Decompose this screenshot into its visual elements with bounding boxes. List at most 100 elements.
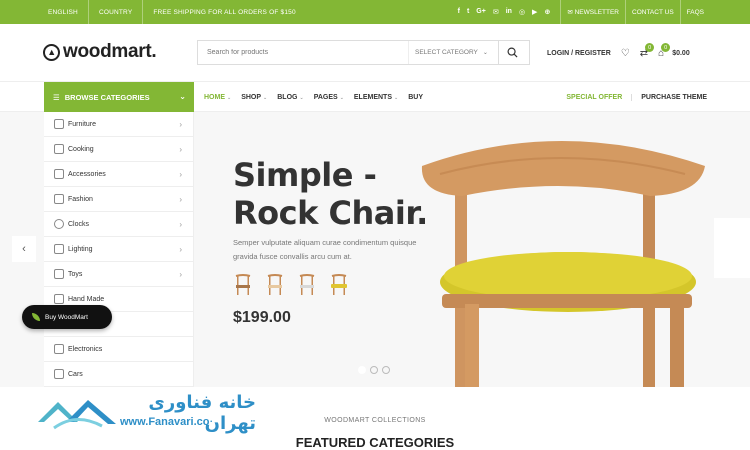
email-icon[interactable]: ✉ — [493, 8, 499, 16]
chevron-right-icon: › — [179, 270, 182, 279]
compare-button[interactable]: ⇄ 0 — [640, 43, 655, 59]
category-item-accessories[interactable]: Accessories › — [44, 162, 193, 187]
shirt-icon — [54, 194, 64, 204]
category-item-cars[interactable]: Cars — [44, 362, 193, 387]
nav-item-label: ELEMENTS — [353, 93, 393, 101]
chair-icon — [331, 274, 347, 295]
category-item-fashion[interactable]: Fashion › — [44, 187, 193, 212]
country-selector[interactable]: COUNTRY — [99, 9, 142, 16]
youtube-icon[interactable]: ▶ — [532, 8, 537, 16]
hero-title-line-2: Rock Chair. — [233, 194, 428, 232]
clock-icon — [54, 219, 64, 229]
slider-prev-button[interactable]: ‹ — [12, 236, 36, 262]
chair-icon — [54, 119, 64, 129]
browse-categories-button[interactable]: ☰ BROWSE CATEGORIES ⌄ — [44, 82, 194, 112]
nav-item-home[interactable]: HOME ⌄ — [204, 94, 231, 101]
chevron-right-icon: › — [179, 195, 182, 204]
language-selector[interactable]: ENGLISH — [48, 9, 88, 16]
nav-item-blog[interactable]: BLOG ⌄ — [277, 94, 303, 101]
variant-thumb[interactable] — [329, 274, 349, 296]
slider-dot[interactable] — [382, 366, 390, 374]
car-icon — [54, 369, 64, 379]
category-select[interactable]: SELECT CATEGORY ⌄ — [408, 41, 498, 64]
chevron-right-icon: › — [179, 145, 182, 154]
slider-pagination — [358, 366, 390, 374]
logo-text: woodmart. — [63, 41, 157, 62]
variant-thumb[interactable] — [297, 274, 317, 296]
nav-item-shop[interactable]: SHOP ⌄ — [241, 94, 267, 101]
chevron-down-icon: ⌄ — [227, 94, 232, 101]
section-title: FEATURED CATEGORIES — [295, 435, 455, 450]
toy-icon — [54, 269, 64, 279]
variant-thumb[interactable] — [265, 274, 285, 296]
main-nav: ☰ BROWSE CATEGORIES ⌄ HOME ⌄ SHOP ⌄ BLOG ⌄ … — [0, 82, 750, 112]
nav-item-pages[interactable]: PAGES ⌄ — [314, 94, 344, 101]
category-item-clocks[interactable]: Clocks › — [44, 212, 193, 237]
category-select-label: SELECT CATEGORY — [415, 49, 478, 56]
category-label: Clocks — [68, 220, 90, 228]
twitter-icon[interactable]: t — [467, 8, 469, 16]
chevron-right-icon: › — [179, 245, 182, 254]
category-label: Accessories — [68, 170, 106, 178]
newsletter-link[interactable]: ✉ NEWSLETTER — [561, 8, 625, 16]
chair-icon — [299, 274, 315, 295]
linkedin-icon[interactable]: in — [506, 8, 512, 16]
cart-count-badge: 0 — [661, 43, 671, 52]
slider-dot[interactable] — [370, 366, 378, 374]
hero-title-line-1: Simple - — [233, 156, 377, 194]
site-logo[interactable]: ▲ woodmart. — [43, 41, 157, 63]
special-offer-link[interactable]: SPECIAL OFFER — [566, 93, 633, 101]
category-item-cooking[interactable]: Cooking › — [44, 137, 193, 162]
google-plus-icon[interactable]: G+ — [476, 8, 486, 16]
divider — [87, 0, 89, 24]
contact-link[interactable]: CONTACT US — [626, 9, 680, 16]
chevron-left-icon: ‹ — [22, 243, 26, 255]
chevron-down-icon: ⌄ — [299, 94, 304, 101]
cart-total[interactable]: $0.00 — [672, 50, 690, 57]
buy-woodmart-button[interactable]: Buy WoodMart — [22, 305, 112, 329]
plug-icon — [54, 344, 64, 354]
nav-item-label: SHOP — [241, 93, 262, 101]
logo-mark-icon: ▲ — [43, 43, 60, 61]
chevron-right-icon: › — [179, 220, 182, 229]
category-item-furniture[interactable]: Furniture › — [44, 112, 193, 137]
slider-dot[interactable] — [358, 366, 366, 374]
buy-woodmart-label: Buy WoodMart — [45, 313, 88, 321]
category-label: Hand Made — [68, 295, 105, 303]
nav-item-elements[interactable]: ELEMENTS ⌄ — [354, 94, 398, 101]
pinterest-icon[interactable]: ⊕ — [544, 8, 550, 16]
search-bar: SELECT CATEGORY ⌄ — [197, 40, 530, 65]
chevron-down-icon: ⌄ — [394, 94, 399, 101]
category-item-toys[interactable]: Toys › — [44, 262, 193, 287]
purchase-theme-link[interactable]: PURCHASE THEME — [641, 94, 707, 101]
product-variants — [233, 274, 349, 296]
search-input[interactable] — [198, 49, 408, 56]
search-icon — [507, 47, 518, 58]
hero-description: Semper vulputate aliquam curae condiment… — [233, 238, 417, 261]
variant-thumb[interactable] — [233, 274, 253, 296]
instagram-icon[interactable]: ◎ — [519, 8, 525, 16]
search-button[interactable] — [498, 41, 525, 64]
slider-next-button[interactable] — [714, 218, 750, 278]
nav-item-label: PAGES — [313, 93, 338, 101]
chevron-right-icon: › — [179, 120, 182, 129]
wishlist-button[interactable]: ♡ — [621, 48, 630, 59]
chair-image — [421, 141, 705, 387]
category-label: Lighting — [68, 245, 93, 253]
cart-button[interactable]: ⌂ 0 — [658, 43, 671, 59]
divider — [142, 0, 144, 24]
category-label: Cars — [68, 370, 83, 378]
shipping-notice: FREE SHIPPING FOR ALL ORDERS OF $150 — [153, 8, 296, 16]
facebook-icon[interactable]: f — [458, 8, 460, 16]
login-register-link[interactable]: LOGIN / REGISTER — [547, 50, 611, 57]
category-item-electronics[interactable]: Electronics — [44, 337, 193, 362]
chair-icon — [267, 274, 283, 295]
accessories-icon — [54, 169, 64, 179]
category-item-lighting[interactable]: Lighting › — [44, 237, 193, 262]
chevron-down-icon: ⌄ — [482, 50, 488, 56]
category-label: Toys — [68, 270, 83, 278]
category-label: Electronics — [68, 345, 103, 353]
nav-item-label: BLOG — [277, 93, 298, 101]
faqs-link[interactable]: FAQS — [681, 9, 710, 16]
nav-item-buy[interactable]: BUY — [408, 94, 423, 101]
